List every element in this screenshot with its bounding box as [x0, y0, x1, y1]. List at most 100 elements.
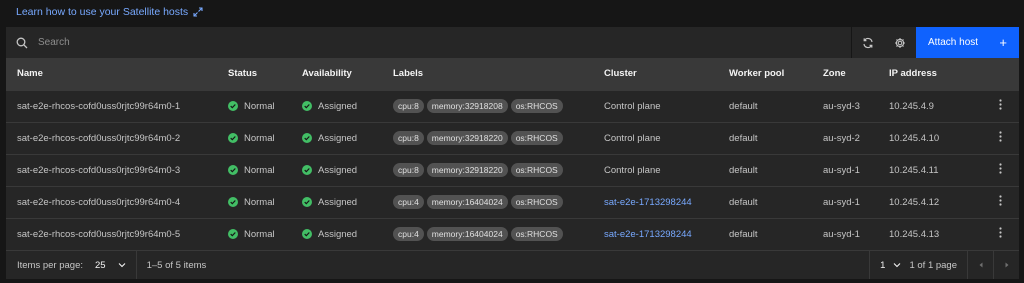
items-per-page-value: 25 — [95, 259, 106, 271]
cluster-link[interactable]: sat-e2e-1713298244 — [604, 229, 692, 240]
row-overflow-menu[interactable] — [982, 121, 1019, 154]
row-overflow-menu[interactable] — [982, 217, 1019, 250]
row-overflow-menu[interactable] — [982, 153, 1019, 186]
items-per-page-select[interactable]: 25 — [95, 260, 126, 271]
checkmark-filled-icon — [302, 101, 312, 111]
label-tag: memory:32918208 — [426, 99, 508, 113]
labels-cell: cpu:8 memory:32918220 os:RHCOS — [382, 121, 593, 154]
host-name: sat-e2e-rhcos-cofd0uss0rjtc99r64m0-1 — [6, 89, 217, 122]
availability-cell: Assigned — [291, 89, 382, 122]
status-text: Normal — [244, 196, 275, 208]
overflow-menu-icon — [999, 99, 1002, 110]
header-worker-pool[interactable]: Worker pool — [718, 58, 812, 90]
status-text: Normal — [244, 132, 275, 144]
next-page-button[interactable] — [993, 251, 1019, 279]
checkmark-filled-icon — [302, 133, 312, 143]
gear-icon — [895, 37, 905, 48]
refresh-icon — [863, 37, 873, 48]
availability-text: Assigned — [318, 196, 358, 208]
status: Normal — [228, 165, 291, 176]
header-cluster[interactable]: Cluster — [593, 58, 718, 90]
search-icon — [16, 37, 28, 48]
overflow-menu-icon — [999, 163, 1002, 174]
label-tag: os:RHCOS — [510, 195, 563, 209]
status: Normal — [228, 197, 291, 208]
host-name: sat-e2e-rhcos-cofd0uss0rjtc99r64m0-4 — [6, 185, 217, 218]
availability: Assigned — [302, 101, 382, 112]
chevron-down-icon — [894, 263, 901, 268]
status-cell: Normal — [217, 121, 291, 154]
cluster-text: Control plane — [604, 164, 661, 176]
overflow-menu-icon — [999, 195, 1002, 206]
worker-pool: default — [718, 185, 812, 218]
row-overflow-menu[interactable] — [982, 89, 1019, 122]
items-per-page: Items per page: 25 — [6, 251, 137, 279]
status-cell: Normal — [217, 217, 291, 250]
cluster-link[interactable]: sat-e2e-1713298244 — [604, 197, 692, 208]
zone: au-syd-3 — [812, 89, 878, 122]
overflow-menu-icon — [999, 131, 1002, 142]
learn-link-label: Learn how to use your Satellite hosts — [16, 6, 189, 18]
checkmark-filled-icon — [228, 133, 238, 143]
availability-cell: Assigned — [291, 217, 382, 250]
launch-icon — [193, 7, 203, 17]
status: Normal — [228, 133, 291, 144]
search-box — [6, 27, 852, 58]
refresh-button[interactable] — [852, 27, 884, 58]
status-text: Normal — [244, 164, 275, 176]
checkmark-filled-icon — [302, 229, 312, 240]
header-zone[interactable]: Zone — [812, 58, 878, 90]
label-tag: cpu:8 — [393, 163, 424, 177]
zone: au-syd-1 — [812, 217, 878, 250]
page-select[interactable]: 1 1 of 1 page — [869, 251, 967, 279]
search-input[interactable] — [38, 37, 638, 48]
availability: Assigned — [302, 197, 382, 208]
header-name[interactable]: Name — [6, 58, 217, 90]
status: Normal — [228, 229, 291, 240]
cluster-cell: sat-e2e-1713298244 — [593, 185, 718, 218]
table-row[interactable]: sat-e2e-rhcos-cofd0uss0rjtc99r64m0-2 Norm… — [6, 121, 1019, 154]
cluster-cell: sat-e2e-1713298244 — [593, 217, 718, 250]
header-availability[interactable]: Availability — [291, 58, 382, 90]
table-row[interactable]: sat-e2e-rhcos-cofd0uss0rjtc99r64m0-5 Norm… — [6, 217, 1019, 250]
overflow-menu-icon — [999, 227, 1002, 238]
worker-pool: default — [718, 217, 812, 250]
row-overflow-menu[interactable] — [982, 185, 1019, 218]
table-row[interactable]: sat-e2e-rhcos-cofd0uss0rjtc99r64m0-3 Norm… — [6, 153, 1019, 186]
table-row[interactable]: sat-e2e-rhcos-cofd0uss0rjtc99r64m0-4 Norm… — [6, 185, 1019, 218]
attach-host-label: Attach host — [928, 37, 979, 48]
pagination: Items per page: 25 1–5 of 5 items 1 1 of… — [6, 250, 1019, 279]
status-cell: Normal — [217, 153, 291, 186]
chevron-down-icon — [118, 263, 125, 268]
header-status[interactable]: Status — [217, 58, 291, 90]
attach-host-button[interactable]: Attach host + — [916, 27, 1019, 58]
caret-left-icon — [979, 262, 982, 268]
table-toolbar: Attach host + — [6, 27, 1019, 58]
header-labels[interactable]: Labels — [382, 58, 593, 90]
header-ip-address[interactable]: IP address — [878, 58, 982, 90]
status-text: Normal — [244, 228, 275, 240]
label-tag: os:RHCOS — [510, 99, 563, 113]
label-tag: cpu:4 — [393, 195, 424, 209]
caret-right-icon — [1005, 262, 1008, 268]
items-per-page-label: Items per page: — [17, 259, 84, 271]
label-tag: memory:32918220 — [426, 163, 508, 177]
settings-button[interactable] — [884, 27, 916, 58]
hosts-table: Name Status Availability Labels Cluster … — [6, 58, 1019, 250]
worker-pool: default — [718, 89, 812, 122]
table-row[interactable]: sat-e2e-rhcos-cofd0uss0rjtc99r64m0-1 Norm… — [6, 89, 1019, 122]
previous-page-button[interactable] — [967, 251, 993, 279]
availability: Assigned — [302, 133, 382, 144]
page-value: 1 — [880, 259, 886, 271]
cluster-cell: Control plane — [593, 153, 718, 186]
learn-satellite-hosts-link[interactable]: Learn how to use your Satellite hosts — [16, 6, 203, 18]
status-text: Normal — [244, 100, 275, 112]
ip-address: 10.245.4.12 — [878, 185, 982, 218]
label-tag: os:RHCOS — [510, 227, 563, 242]
plus-icon: + — [999, 35, 1007, 50]
zone: au-syd-1 — [812, 153, 878, 186]
label-tag: cpu:4 — [393, 227, 424, 242]
cluster-cell: Control plane — [593, 121, 718, 154]
checkmark-filled-icon — [302, 197, 312, 207]
labels-cell: cpu:4 memory:16404024 os:RHCOS — [382, 217, 593, 250]
